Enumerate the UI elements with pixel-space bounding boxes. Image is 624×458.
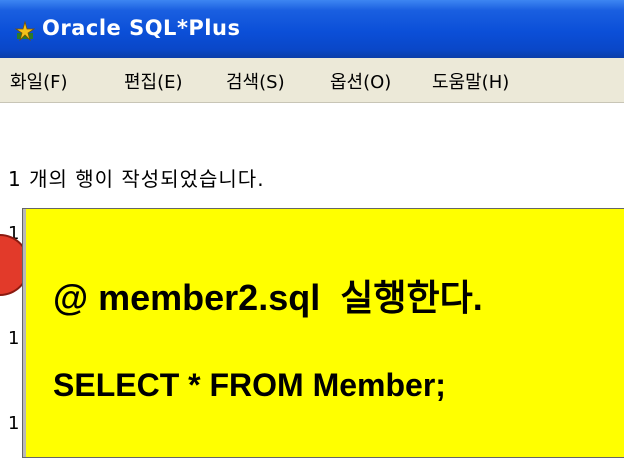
menu-search[interactable]: 검색(S): [226, 68, 285, 94]
console-line: 1 개의 행이 작성되었습니다.: [8, 167, 265, 191]
window-title: Oracle SQL*Plus: [42, 16, 241, 40]
callout-command: @ member2.sql 실행한다.: [53, 277, 483, 318]
console-line-marker: 1: [8, 328, 20, 349]
menu-options[interactable]: 옵션(O): [330, 68, 391, 94]
console-line-marker: 1: [8, 413, 20, 434]
menu-file[interactable]: 화일(F): [10, 68, 68, 94]
annotation-callout: @ member2.sql 실행한다. SELECT * FROM Member…: [22, 208, 624, 458]
title-bar: Oracle SQL*Plus: [0, 0, 624, 58]
menu-help[interactable]: 도움말(H): [432, 68, 509, 94]
callout-sql: SELECT * FROM Member;: [53, 367, 446, 403]
menu-edit[interactable]: 편집(E): [124, 68, 183, 94]
menu-bar: 화일(F) 편집(E) 검색(S) 옵션(O) 도움말(H): [0, 58, 624, 103]
sqlplus-app-icon: [14, 20, 36, 42]
